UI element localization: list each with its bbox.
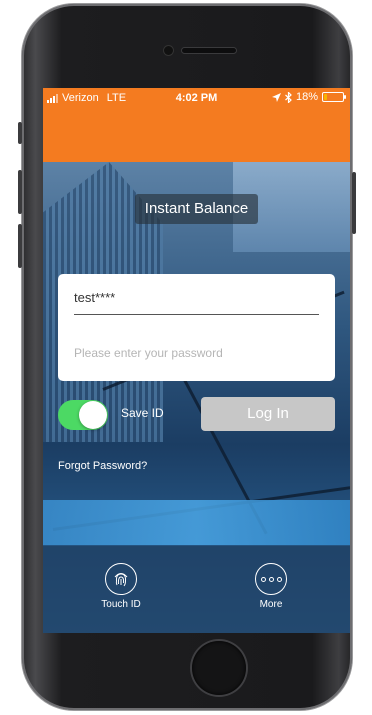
more-dots-icon [255, 563, 287, 595]
battery-percent: 18% [295, 91, 318, 103]
tab-more[interactable]: More [241, 563, 301, 610]
bottom-tab-bar [43, 546, 350, 633]
forgot-password-link[interactable]: Forgot Password? [58, 460, 147, 472]
volume-down-button [18, 224, 22, 268]
login-button[interactable]: Log In [201, 397, 335, 431]
home-button[interactable] [192, 641, 246, 695]
battery-level-fill [324, 94, 327, 100]
background-blue-band [43, 500, 350, 545]
front-camera [164, 46, 173, 55]
bluetooth-icon [285, 91, 292, 103]
save-id-toggle[interactable] [58, 400, 108, 430]
toggle-knob [79, 401, 107, 429]
fingerprint-icon [105, 563, 137, 595]
earpiece-speaker [182, 48, 236, 53]
app-screen: Verizon LTE 4:02 PM 18% Instant Balance … [43, 88, 350, 633]
tab-touch-id[interactable]: Touch ID [91, 563, 151, 610]
power-button [352, 172, 356, 234]
battery-icon [322, 92, 346, 102]
page-title: Instant Balance [135, 194, 258, 224]
tab-label-more: More [259, 599, 283, 610]
password-input[interactable]: Please enter your password [74, 346, 319, 366]
mute-switch [18, 122, 22, 144]
volume-up-button [18, 170, 22, 214]
location-arrow-icon [271, 92, 281, 102]
save-id-label: Save ID [121, 406, 164, 420]
status-bar: Verizon LTE 4:02 PM 18% [43, 88, 350, 108]
tab-label-touch-id: Touch ID [101, 599, 141, 610]
login-form-card: test**** Please enter your password [58, 274, 335, 381]
user-id-input[interactable]: test**** [74, 290, 319, 315]
